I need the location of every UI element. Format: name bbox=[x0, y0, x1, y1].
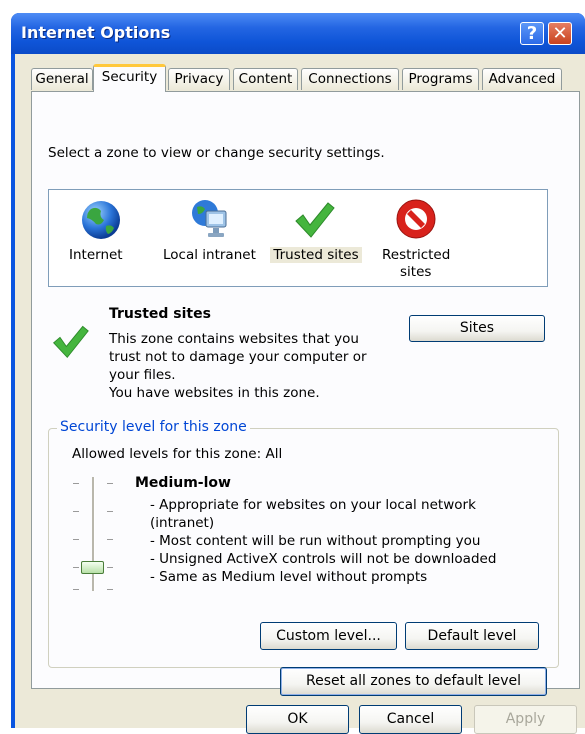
sites-button[interactable]: Sites bbox=[409, 315, 545, 342]
no-entry-icon bbox=[396, 199, 436, 239]
zone-trusted-sites[interactable]: Trusted sites bbox=[270, 190, 370, 286]
close-button[interactable]: ✕ bbox=[548, 22, 572, 45]
dialog-client-area: General Security Privacy Content Connect… bbox=[15, 54, 585, 734]
custom-level-button[interactable]: Custom level... bbox=[260, 622, 397, 650]
tab-privacy[interactable]: Privacy bbox=[168, 68, 230, 90]
title-bar[interactable]: Internet Options ? ✕ bbox=[11, 13, 585, 54]
slider-thumb[interactable] bbox=[81, 561, 104, 574]
level-description-line: - Most content will be run without promp… bbox=[150, 533, 481, 549]
reset-all-zones-button[interactable]: Reset all zones to default level bbox=[280, 667, 547, 696]
zone-local-intranet[interactable]: Local intranet bbox=[155, 190, 270, 286]
zone-info-title: Trusted sites bbox=[109, 306, 211, 322]
zone-internet-label: Internet bbox=[69, 247, 123, 263]
tab-security[interactable]: Security bbox=[93, 64, 166, 92]
trusted-sites-large-checkmark-icon bbox=[52, 325, 89, 359]
zone-restricted-label-1: Restricted bbox=[382, 247, 451, 263]
security-level-name: Medium-low bbox=[135, 475, 231, 491]
tab-programs[interactable]: Programs bbox=[402, 68, 479, 90]
security-level-group-title: Security level for this zone bbox=[57, 419, 250, 435]
tab-connections[interactable]: Connections bbox=[301, 68, 399, 90]
tab-content[interactable]: Content bbox=[233, 68, 298, 90]
window-title: Internet Options bbox=[21, 23, 171, 42]
cancel-button[interactable]: Cancel bbox=[359, 705, 462, 734]
level-description-line: - Same as Medium level without prompts bbox=[150, 569, 428, 585]
tab-advanced[interactable]: Advanced bbox=[482, 68, 562, 90]
zone-list: Internet Local intranet Trusted sites Re… bbox=[48, 189, 548, 287]
zone-info-line: You have websites in this zone. bbox=[109, 385, 320, 401]
zone-restricted-label-2: sites bbox=[400, 264, 432, 280]
level-description-line: - Appropriate for websites on your local… bbox=[150, 497, 476, 513]
tab-general[interactable]: General bbox=[31, 68, 93, 90]
zone-internet[interactable]: Internet bbox=[49, 190, 155, 286]
zone-local-intranet-label: Local intranet bbox=[163, 247, 256, 263]
allowed-levels-text: Allowed levels for this zone: All bbox=[72, 446, 283, 462]
help-button[interactable]: ? bbox=[520, 22, 544, 45]
checkmark-icon bbox=[295, 202, 335, 238]
internet-options-window: Internet Options ? ✕ General Security Pr… bbox=[11, 13, 585, 734]
security-level-group: Security level for this zone Allowed lev… bbox=[48, 419, 559, 668]
zone-info-line: your files. bbox=[109, 367, 176, 383]
default-level-button[interactable]: Default level bbox=[405, 622, 539, 650]
zone-restricted-sites[interactable]: Restricted sites bbox=[370, 190, 470, 286]
local-intranet-icon bbox=[192, 200, 227, 237]
zone-prompt: Select a zone to view or change security… bbox=[48, 145, 385, 161]
zone-info-line: This zone contains websites that you bbox=[109, 331, 359, 347]
zone-info-line: trust not to damage your computer or bbox=[109, 349, 367, 365]
level-description-line: - Unsigned ActiveX controls will not be … bbox=[150, 551, 497, 567]
ok-button[interactable]: OK bbox=[246, 705, 349, 734]
security-tab-panel: Select a zone to view or change security… bbox=[31, 91, 580, 696]
globe-icon bbox=[82, 201, 120, 239]
apply-button[interactable]: Apply bbox=[474, 705, 577, 734]
security-level-slider[interactable] bbox=[71, 477, 121, 597]
level-description-line: (intranet) bbox=[150, 515, 215, 531]
zone-trusted-sites-label: Trusted sites bbox=[270, 247, 362, 263]
